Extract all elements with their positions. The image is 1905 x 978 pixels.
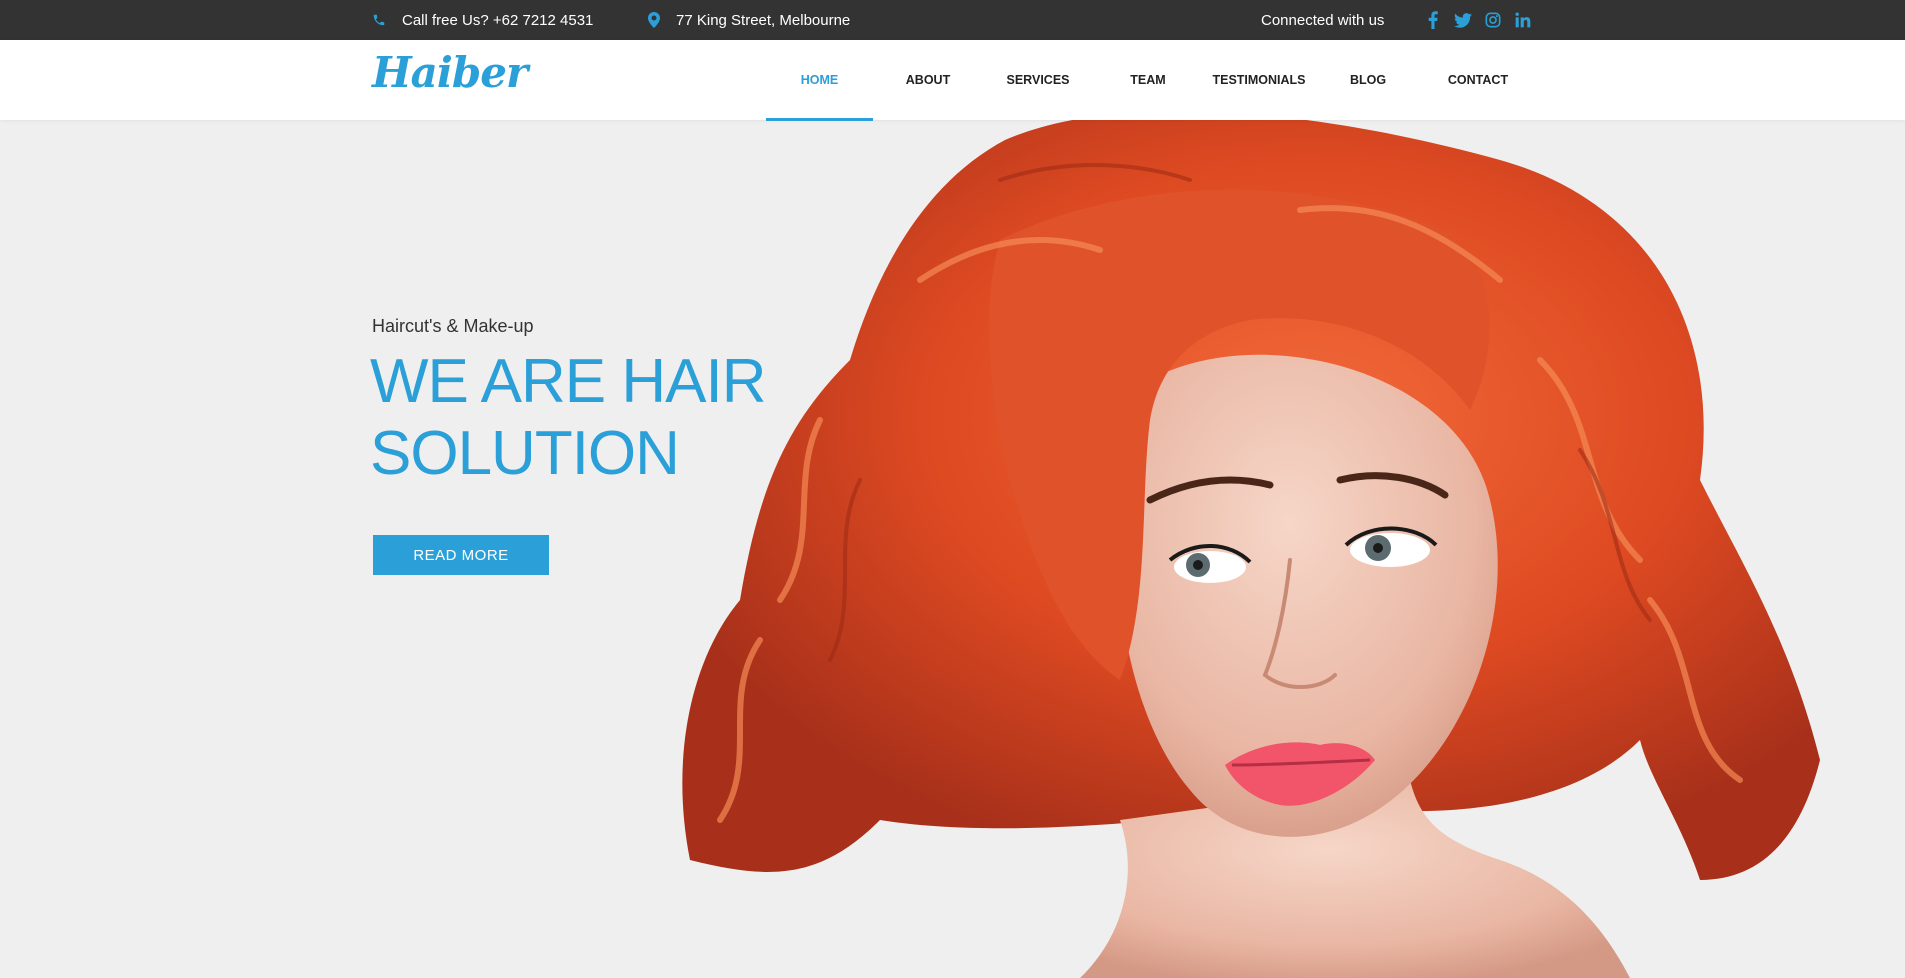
address-text: 77 King Street, Melbourne [676, 11, 851, 29]
address-contact: 77 King Street, Melbourne [648, 0, 850, 40]
hero-title-line-2: SOLUTION [370, 419, 680, 488]
site-header: Haiber HOME ABOUT SERVICES TEAM TESTIMON… [0, 40, 1905, 121]
social-links [1418, 0, 1538, 40]
nav-blog[interactable]: BLOG [1332, 40, 1404, 120]
active-nav-indicator [766, 118, 873, 121]
nav-team[interactable]: TEAM [1111, 40, 1185, 120]
connected-label: Connected with us [1261, 11, 1385, 29]
linkedin-icon [1515, 12, 1531, 28]
facebook-icon [1428, 11, 1438, 29]
instagram-link[interactable] [1478, 10, 1508, 30]
twitter-icon [1454, 12, 1472, 28]
nav-services[interactable]: SERVICES [998, 40, 1078, 120]
instagram-icon [1485, 12, 1501, 28]
site-logo[interactable]: Haiber [372, 48, 528, 97]
hero-title: WE ARE HAIR SOLUTION [370, 346, 767, 490]
hero-section: Haircut's & Make-up WE ARE HAIR SOLUTION… [0, 120, 1905, 978]
linkedin-link[interactable] [1508, 10, 1538, 30]
nav-home[interactable]: HOME [766, 40, 873, 120]
phone-contact[interactable]: Call free Us? +62 7212 4531 [372, 0, 593, 40]
twitter-link[interactable] [1448, 10, 1478, 30]
top-bar: Call free Us? +62 7212 4531 77 King Stre… [0, 0, 1905, 40]
phone-text: Call free Us? +62 7212 4531 [402, 11, 594, 29]
nav-contact[interactable]: CONTACT [1441, 40, 1515, 120]
hero-title-line-1: WE ARE HAIR [370, 347, 767, 416]
nav-about[interactable]: ABOUT [887, 40, 969, 120]
phone-icon [373, 14, 385, 26]
hero-image [682, 120, 1820, 978]
nav-testimonials[interactable]: TESTIMONIALS [1207, 40, 1311, 120]
map-pin-icon [648, 12, 660, 28]
hero-subtitle: Haircut's & Make-up [372, 316, 534, 336]
read-more-button[interactable]: READ MORE [373, 535, 549, 575]
facebook-link[interactable] [1418, 10, 1448, 30]
